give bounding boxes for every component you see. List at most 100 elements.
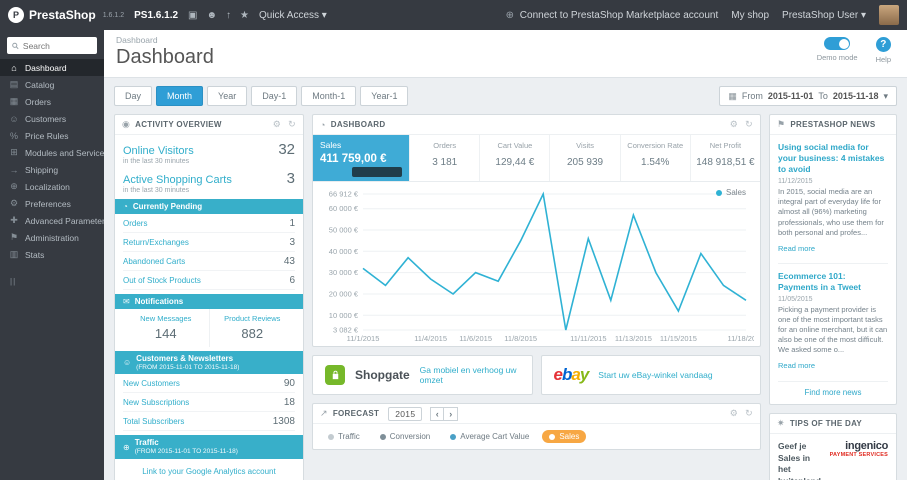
caret-down-icon: ▾ <box>321 9 327 21</box>
read-more-link[interactable]: Read more <box>778 244 815 253</box>
orders-value: 1 <box>289 218 295 229</box>
activity-overview-panel: ◉ ACTIVITY OVERVIEW ⚙ ↻ Online Visitors … <box>114 114 304 480</box>
read-more-link[interactable]: Read more <box>778 361 815 370</box>
trophy-icon[interactable]: ★ <box>240 10 249 21</box>
kpi-orders[interactable]: Orders 3 181 <box>410 135 481 181</box>
kpi-net-profit[interactable]: Net Profit 148 918,51 € <box>691 135 760 181</box>
sidebar-collapse-button[interactable]: || <box>0 271 104 292</box>
gear-icon[interactable]: ⚙ <box>730 408 738 419</box>
forecast-prev-button[interactable]: ‹ <box>430 406 445 421</box>
prestashop-logo-icon: P <box>8 7 24 23</box>
kpi-cart-value[interactable]: Cart Value 129,44 € <box>480 135 551 181</box>
forecast-icon: ↗ <box>320 408 328 418</box>
sidebar-item-dashboard[interactable]: ⌂ Dashboard <box>0 59 104 76</box>
filter-month-1-button[interactable]: Month-1 <box>301 86 357 106</box>
orders-link[interactable]: Orders <box>123 219 147 228</box>
returns-link[interactable]: Return/Exchanges <box>123 238 189 247</box>
refresh-icon[interactable]: ↻ <box>745 119 753 130</box>
filter-month-button[interactable]: Month <box>156 86 204 106</box>
new-customers-link[interactable]: New Customers <box>123 379 180 388</box>
kpi-label: Net Profit <box>709 141 742 150</box>
filter-year-1-button[interactable]: Year-1 <box>360 86 409 106</box>
kpi-visits[interactable]: Visits 205 939 <box>550 135 621 181</box>
legend-average-cart-value[interactable]: Average Cart Value <box>443 430 536 443</box>
new-messages-cell[interactable]: New Messages 144 <box>123 309 209 347</box>
cart-icon[interactable]: ▣ <box>188 10 197 21</box>
ingenico-subtitle: PAYMENT SERVICES <box>829 452 888 459</box>
forecast-next-button[interactable]: › <box>444 406 459 421</box>
kpi-label: Conversion Rate <box>627 141 684 150</box>
sidebar-item-administration[interactable]: ⚑ Administration <box>0 229 104 246</box>
svg-text:40 000 €: 40 000 € <box>329 247 359 256</box>
sidebar-item-customers[interactable]: ☺ Customers <box>0 110 104 127</box>
conversion-dot <box>379 433 386 440</box>
news-article-date: 11/05/2015 <box>778 295 813 303</box>
sidebar-item-advanced-parameters[interactable]: ✚ Advanced Parameters <box>0 212 109 229</box>
tips-panel-title: TIPS OF THE DAY <box>789 419 863 429</box>
svg-text:66 912 €: 66 912 € <box>329 190 359 199</box>
search-input[interactable] <box>22 40 92 51</box>
total-subscribers-link[interactable]: Total Subscribers <box>123 417 184 426</box>
news-article-title[interactable]: Using social media for your business: 4 … <box>778 142 888 175</box>
refresh-icon[interactable]: ↻ <box>745 408 753 419</box>
legend-sales[interactable]: Sales <box>542 430 587 443</box>
shopgate-link[interactable]: Ga mobiel en verhoog uw omzet <box>420 365 520 385</box>
upload-icon[interactable]: ↑ <box>226 10 231 21</box>
refresh-icon[interactable]: ↻ <box>288 119 296 130</box>
date-range-picker[interactable]: ▦ From 2015-11-01 To 2015-11-18 ▾ <box>719 86 897 106</box>
sidebar-item-orders[interactable]: ▦ Orders <box>0 93 104 110</box>
customers-newsletters-title: Customers & Newsletters <box>136 354 234 363</box>
filter-day-button[interactable]: Day <box>114 86 153 106</box>
kpi-value: 129,44 € <box>495 157 535 168</box>
legend-conversion[interactable]: Conversion <box>373 430 437 443</box>
user-menu[interactable]: PrestaShop User ▾ <box>782 10 866 21</box>
abandoned-carts-link[interactable]: Abandoned Carts <box>123 257 185 266</box>
new-subscriptions-link[interactable]: New Subscriptions <box>123 398 189 407</box>
news-article: Ecommerce 101: Payments in a Tweet 11/05… <box>778 262 888 374</box>
marketplace-label: Connect to PrestaShop Marketplace accoun… <box>519 9 719 21</box>
svg-text:11/13/2015: 11/13/2015 <box>615 334 652 343</box>
help-button[interactable]: ? <box>875 37 891 52</box>
marketplace-link[interactable]: ⊕ Connect to PrestaShop Marketplace acco… <box>506 10 719 21</box>
prestashop-logo[interactable]: P PrestaShop 1.6.1.2 <box>8 7 124 23</box>
google-analytics-link[interactable]: Link to your Google Analytics account <box>142 467 275 476</box>
person-icon[interactable]: ☻ <box>206 10 217 21</box>
gear-icon[interactable]: ⚙ <box>273 119 281 130</box>
sidebar-item-label: Modules and Services <box>25 147 109 158</box>
sidebar-item-shipping[interactable]: → Shipping <box>0 161 104 178</box>
avatar[interactable] <box>879 5 899 25</box>
legend-label: Average Cart Value <box>460 432 530 441</box>
kpi-sales[interactable]: Sales 411 759,00 € <box>313 135 411 181</box>
legend-traffic[interactable]: Traffic <box>321 430 367 443</box>
product-reviews-label: Product Reviews <box>224 314 281 323</box>
sidebar-search[interactable] <box>7 37 97 54</box>
out-of-stock-link[interactable]: Out of Stock Products <box>123 276 201 285</box>
filter-day-1-button[interactable]: Day-1 <box>251 86 298 106</box>
out-of-stock-value: 6 <box>289 275 295 286</box>
ebay-link[interactable]: Start uw eBay-winkel vandaag <box>598 370 712 380</box>
gear-icon[interactable]: ⚙ <box>730 119 738 130</box>
product-reviews-cell[interactable]: Product Reviews 882 <box>208 309 296 347</box>
sidebar-item-modules[interactable]: ⊞ Modules and Services <box>0 144 108 161</box>
find-more-news-link[interactable]: Find more news <box>778 381 888 399</box>
forecast-year-select[interactable]: 2015 <box>388 406 423 421</box>
new-messages-value: 144 <box>154 326 177 341</box>
sidebar-item-localization[interactable]: ⊕ Localization <box>0 178 104 195</box>
sidebar-item-price-rules[interactable]: % Price Rules <box>0 127 104 144</box>
kpi-label: Cart Value <box>497 141 533 150</box>
sidebar-item-stats[interactable]: ▥ Stats <box>0 246 104 263</box>
online-visitors-link[interactable]: Online Visitors <box>123 145 194 157</box>
active-carts-sub: in the last 30 minutes <box>123 187 190 194</box>
active-carts-link[interactable]: Active Shopping Carts <box>123 174 232 186</box>
orders-icon: ▦ <box>9 96 19 106</box>
quick-access-menu[interactable]: Quick Access ▾ <box>259 10 327 21</box>
demo-mode-toggle[interactable] <box>824 37 851 50</box>
news-article-title[interactable]: Ecommerce 101: Payments in a Tweet <box>778 271 888 293</box>
my-shop-link[interactable]: My shop <box>731 10 769 21</box>
sidebar-item-catalog[interactable]: ▤ Catalog <box>0 76 104 93</box>
clock-icon: ◔ <box>123 202 128 211</box>
new-subscriptions-value: 18 <box>283 397 295 409</box>
sidebar-item-preferences[interactable]: ⚙ Preferences <box>0 195 104 212</box>
filter-year-button[interactable]: Year <box>207 86 248 106</box>
kpi-conversion-rate[interactable]: Conversion Rate 1.54% <box>621 135 691 181</box>
